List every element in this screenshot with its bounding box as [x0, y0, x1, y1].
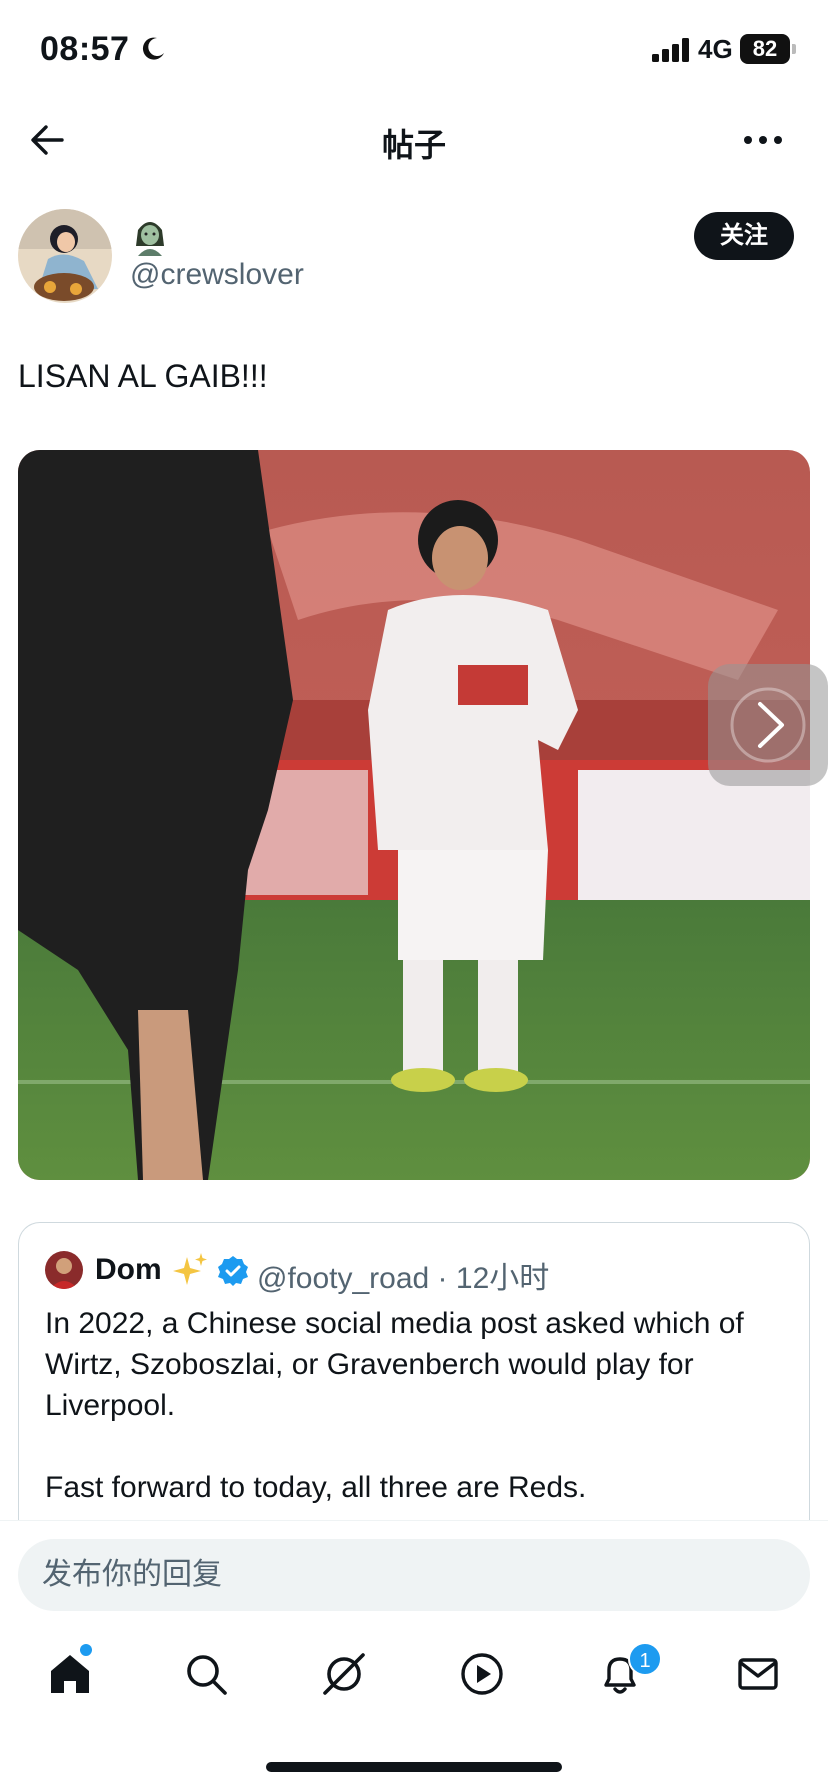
quote-avatar [45, 1251, 83, 1289]
moon-icon [142, 37, 164, 60]
battery-indicator: 82 [740, 34, 796, 64]
bottom-tab-bar: 1 [0, 1616, 828, 1736]
verified-badge-icon [218, 1256, 248, 1286]
grok-icon [323, 1653, 365, 1695]
more-options-button[interactable] [740, 118, 786, 162]
next-media-button[interactable] [708, 664, 828, 786]
mail-icon [738, 1658, 778, 1690]
post-media-image[interactable] [18, 450, 810, 1180]
tab-video[interactable] [452, 1644, 512, 1704]
tab-grok[interactable] [314, 1644, 374, 1704]
tab-messages[interactable] [728, 1644, 788, 1704]
quote-author-name: Dom [95, 1253, 162, 1286]
search-icon [187, 1655, 227, 1695]
status-bar: 08:57 4G 82 [0, 0, 828, 100]
avatar[interactable] [18, 209, 112, 303]
tab-search[interactable] [176, 1644, 236, 1704]
quoted-post[interactable]: Dom @footy_road · 12小时 In 2022, a Chines… [18, 1222, 810, 1542]
play-icon [461, 1653, 503, 1695]
reply-input[interactable] [18, 1539, 810, 1611]
quote-handle-time: @footy_road · 12小时 [257, 1262, 550, 1295]
zombie-emoji-icon [136, 222, 164, 256]
home-indicator [266, 1762, 562, 1772]
follow-button[interactable]: 关注 [694, 212, 794, 260]
quote-body-text: In 2022, a Chinese social media post ask… [45, 1307, 744, 1504]
reply-bar [0, 1520, 828, 1616]
sparkles-icon [173, 1253, 207, 1285]
page-title: 帖子 [381, 127, 446, 163]
author-handle[interactable]: @crewslover [130, 258, 304, 292]
signal-icon [652, 38, 689, 62]
notification-badge: 1 [628, 1642, 662, 1676]
network-label: 4G [698, 34, 733, 64]
home-icon [51, 1655, 89, 1693]
status-time: 08:57 [40, 30, 130, 68]
chevron-right-icon [730, 687, 806, 763]
header: 帖子 [0, 100, 828, 180]
home-unread-dot [80, 1644, 92, 1656]
post-text: LISAN AL GAIB!!! [18, 358, 268, 394]
